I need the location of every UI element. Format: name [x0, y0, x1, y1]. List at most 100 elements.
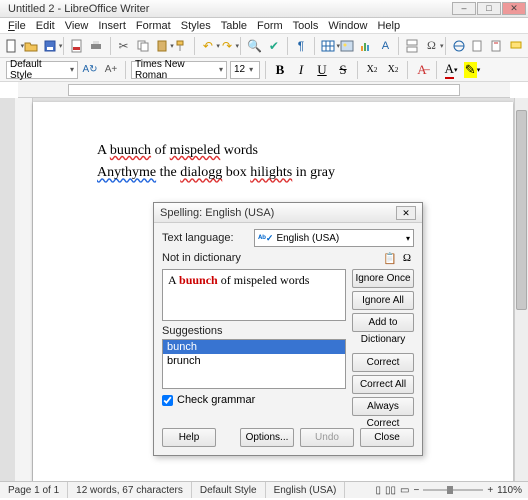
- zoom-slider[interactable]: [423, 489, 483, 491]
- copy-icon[interactable]: [135, 37, 151, 55]
- close-window-button[interactable]: ✕: [502, 2, 526, 15]
- underline-button[interactable]: U: [313, 61, 331, 79]
- clone-format-icon[interactable]: [173, 37, 189, 55]
- scroll-thumb[interactable]: [516, 110, 527, 310]
- page-break-icon[interactable]: [404, 37, 420, 55]
- options-button[interactable]: Options...: [240, 428, 294, 447]
- zoom-out-icon[interactable]: −: [413, 485, 419, 496]
- new-style-icon[interactable]: A+: [102, 61, 120, 79]
- vertical-ruler[interactable]: [15, 98, 33, 481]
- document-body[interactable]: A buunch of mispeled words Anythyme the …: [97, 140, 449, 185]
- menu-file[interactable]: FFileile: [8, 20, 26, 32]
- table-icon[interactable]: ▾: [320, 37, 336, 55]
- help-button[interactable]: Help: [162, 428, 216, 447]
- font-color-button[interactable]: A▾: [442, 61, 460, 79]
- spelling-dialog: Spelling: English (USA) ✕ Text language:…: [153, 202, 423, 456]
- save-icon[interactable]: ▾: [42, 37, 58, 55]
- superscript-button[interactable]: X2: [363, 61, 381, 79]
- menu-format[interactable]: Format: [136, 20, 171, 32]
- not-in-dict-textbox[interactable]: A buunch of mispeled words: [162, 269, 346, 321]
- page[interactable]: A buunch of mispeled words Anythyme the …: [33, 102, 513, 481]
- status-style[interactable]: Default Style: [192, 482, 266, 498]
- image-icon[interactable]: [339, 37, 355, 55]
- horizontal-ruler[interactable]: [18, 82, 510, 98]
- doc-line-2[interactable]: Anythyme the dialogg box hilights in gra…: [97, 162, 449, 184]
- minimize-button[interactable]: –: [452, 2, 476, 15]
- ignore-all-button[interactable]: Ignore All: [352, 291, 414, 310]
- special-mini-icon[interactable]: Ω: [400, 251, 414, 265]
- textbox-icon[interactable]: A: [377, 37, 393, 55]
- subscript-button[interactable]: X2: [384, 61, 402, 79]
- menu-view[interactable]: View: [65, 20, 89, 32]
- menu-edit[interactable]: Edit: [36, 20, 55, 32]
- menu-insert[interactable]: Insert: [98, 20, 126, 32]
- suggestions-listbox[interactable]: bunch brunch: [162, 339, 346, 389]
- menu-tools[interactable]: Tools: [293, 20, 319, 32]
- highlight-button[interactable]: ✎▾: [463, 61, 481, 79]
- font-size-combo[interactable]: 12▾: [230, 61, 260, 79]
- bookmark-icon[interactable]: [489, 37, 505, 55]
- cut-icon[interactable]: ✂: [115, 37, 131, 55]
- status-page[interactable]: Page 1 of 1: [0, 482, 68, 498]
- export-pdf-icon[interactable]: [69, 37, 85, 55]
- undo-icon[interactable]: ↶▾: [200, 37, 216, 55]
- text-language-combo[interactable]: ᴬᵇ✓ English (USA) ▾: [254, 229, 414, 247]
- strike-button[interactable]: S: [334, 61, 352, 79]
- status-wordcount[interactable]: 12 words, 67 characters: [68, 482, 192, 498]
- correct-all-button[interactable]: Correct All: [352, 375, 414, 394]
- menu-table[interactable]: Table: [221, 20, 247, 32]
- suggestion-item[interactable]: brunch: [163, 354, 345, 368]
- paste-icon[interactable]: ▾: [154, 37, 170, 55]
- zoom-in-icon[interactable]: +: [487, 485, 493, 496]
- doc-line-1[interactable]: A buunch of mispeled words: [97, 140, 449, 162]
- zoom-level[interactable]: 110%: [497, 485, 522, 496]
- text-language-label: Text language:: [162, 232, 248, 244]
- para-style-combo[interactable]: Default Style▾: [6, 61, 78, 79]
- add-dictionary-button[interactable]: Add to Dictionary: [352, 313, 414, 332]
- menu-help[interactable]: Help: [377, 20, 400, 32]
- always-correct-button[interactable]: Always Correct: [352, 397, 414, 416]
- hyperlink-icon[interactable]: [450, 37, 466, 55]
- view-single-icon[interactable]: ▯: [375, 485, 381, 496]
- status-language[interactable]: English (USA): [266, 482, 346, 498]
- abc-check-icon: ᴬᵇ✓: [258, 233, 273, 244]
- menu-styles[interactable]: Styles: [181, 20, 211, 32]
- chart-icon[interactable]: [358, 37, 374, 55]
- open-icon[interactable]: [23, 37, 39, 55]
- italic-button[interactable]: I: [292, 61, 310, 79]
- maximize-button[interactable]: □: [477, 2, 501, 15]
- formatting-marks-icon[interactable]: ¶: [293, 37, 309, 55]
- view-multi-icon[interactable]: ▯▯: [385, 485, 396, 496]
- statusbar: Page 1 of 1 12 words, 67 characters Defa…: [0, 481, 528, 498]
- print-icon[interactable]: [88, 37, 104, 55]
- special-char-icon[interactable]: Ω▾: [423, 37, 439, 55]
- menu-form[interactable]: Form: [257, 20, 283, 32]
- menu-window[interactable]: Window: [328, 20, 367, 32]
- font-name-combo[interactable]: Times New Roman▾: [131, 61, 227, 79]
- ignore-once-button[interactable]: Ignore Once: [352, 269, 414, 288]
- window-titlebar: Untitled 2 - LibreOffice Writer – □ ✕: [0, 0, 528, 18]
- dialog-close-button[interactable]: ✕: [396, 206, 416, 220]
- view-book-icon[interactable]: ▭: [400, 485, 409, 496]
- footnote-icon[interactable]: [470, 37, 486, 55]
- comment-icon[interactable]: [508, 37, 524, 55]
- update-style-icon[interactable]: A↻: [81, 61, 99, 79]
- correct-button[interactable]: Correct: [352, 353, 414, 372]
- workspace: A buunch of mispeled words Anythyme the …: [0, 98, 528, 481]
- new-icon[interactable]: ▾: [4, 37, 20, 55]
- window-title: Untitled 2 - LibreOffice Writer: [2, 3, 452, 15]
- paste-mini-icon[interactable]: 📋: [383, 251, 397, 265]
- suggestion-item-selected[interactable]: bunch: [163, 340, 345, 354]
- close-button[interactable]: Close: [360, 428, 414, 447]
- redo-icon[interactable]: ↷▾: [219, 37, 235, 55]
- spellcheck-icon[interactable]: ✔: [266, 37, 282, 55]
- dialog-titlebar[interactable]: Spelling: English (USA) ✕: [154, 203, 422, 223]
- vertical-scrollbar[interactable]: [514, 98, 528, 481]
- check-grammar-checkbox[interactable]: Check grammar: [162, 394, 346, 406]
- bold-button[interactable]: B: [271, 61, 289, 79]
- undo-button[interactable]: Undo: [300, 428, 354, 447]
- suggestions-label: Suggestions: [162, 325, 346, 337]
- dialog-title: Spelling: English (USA): [160, 207, 396, 219]
- clear-format-button[interactable]: A̶: [413, 61, 431, 79]
- find-icon[interactable]: 🔍: [246, 37, 263, 55]
